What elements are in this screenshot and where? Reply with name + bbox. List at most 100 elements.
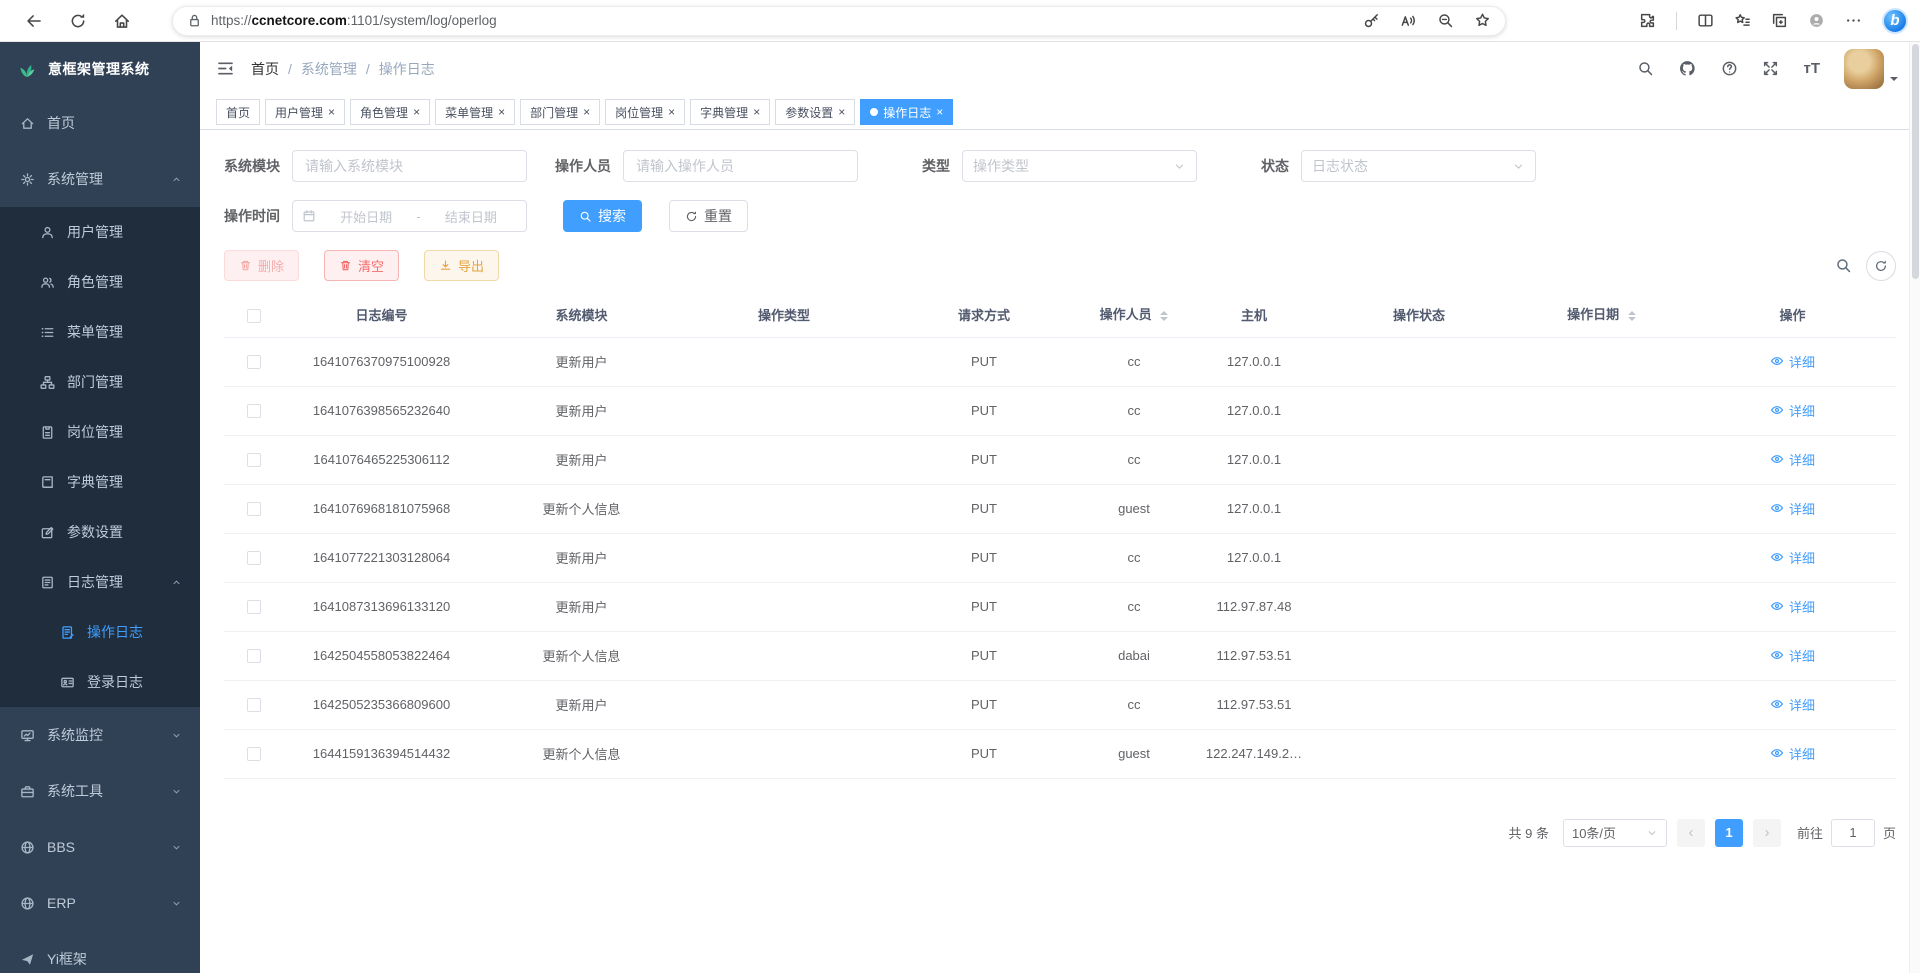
- sort-desc-icon[interactable]: [1628, 317, 1636, 325]
- browser-profile-icon[interactable]: [1808, 12, 1825, 29]
- detail-link[interactable]: 详细: [1770, 450, 1815, 469]
- row-checkbox[interactable]: [247, 600, 261, 614]
- status-select[interactable]: 日志状态: [1301, 150, 1536, 182]
- sidebar-item[interactable]: 首页: [0, 95, 200, 151]
- sidebar-item[interactable]: 部门管理: [0, 357, 200, 407]
- view-tab[interactable]: 操作日志 ×: [860, 99, 953, 125]
- view-tab[interactable]: 岗位管理 ×: [605, 99, 685, 125]
- sidebar-item[interactable]: BBS: [0, 819, 200, 875]
- split-screen-icon[interactable]: [1697, 12, 1714, 29]
- date-range-picker[interactable]: 开始日期 - 结束日期: [292, 200, 527, 232]
- view-tab[interactable]: 字典管理 ×: [690, 99, 770, 125]
- back-icon[interactable]: [12, 4, 56, 38]
- detail-link[interactable]: 详细: [1770, 695, 1815, 714]
- module-input[interactable]: [292, 150, 527, 182]
- extensions-icon[interactable]: [1639, 12, 1656, 29]
- row-checkbox[interactable]: [247, 551, 261, 565]
- view-tab[interactable]: 参数设置 ×: [775, 99, 855, 125]
- row-checkbox[interactable]: [247, 355, 261, 369]
- clear-button[interactable]: 清空: [324, 250, 399, 281]
- github-icon[interactable]: [1678, 59, 1697, 78]
- row-checkbox[interactable]: [247, 747, 261, 761]
- next-page-button[interactable]: ›: [1753, 819, 1781, 847]
- user-menu[interactable]: [1844, 49, 1898, 89]
- sort-desc-icon[interactable]: [1160, 317, 1168, 325]
- favorite-star-icon[interactable]: [1474, 12, 1491, 29]
- detail-link[interactable]: 详细: [1770, 499, 1815, 518]
- tab-close-icon[interactable]: ×: [936, 106, 943, 118]
- tab-close-icon[interactable]: ×: [583, 106, 590, 118]
- sidebar-item[interactable]: 岗位管理: [0, 407, 200, 457]
- tab-close-icon[interactable]: ×: [838, 106, 845, 118]
- header-search-icon[interactable]: [1637, 60, 1654, 77]
- read-aloud-icon[interactable]: [1400, 12, 1417, 29]
- view-tab[interactable]: 角色管理 ×: [350, 99, 430, 125]
- breadcrumb-home[interactable]: 首页: [251, 59, 279, 79]
- detail-link[interactable]: 详细: [1770, 401, 1815, 420]
- more-menu-icon[interactable]: [1845, 12, 1862, 29]
- refresh-table-icon[interactable]: [1866, 251, 1896, 281]
- home-icon[interactable]: [100, 4, 144, 38]
- page-number-1[interactable]: 1: [1715, 819, 1743, 847]
- sidebar-item[interactable]: 字典管理: [0, 457, 200, 507]
- row-checkbox[interactable]: [247, 453, 261, 467]
- goto-page-input[interactable]: [1831, 819, 1875, 847]
- operator-input[interactable]: [623, 150, 858, 182]
- help-icon[interactable]: [1721, 60, 1738, 77]
- sort-asc-icon[interactable]: [1628, 307, 1636, 315]
- tab-close-icon[interactable]: ×: [413, 106, 420, 118]
- hamburger-icon[interactable]: [216, 59, 235, 78]
- sidebar-item[interactable]: 系统监控: [0, 707, 200, 763]
- scrollbar-thumb[interactable]: [1912, 44, 1919, 279]
- sidebar-item[interactable]: 系统工具: [0, 763, 200, 819]
- sidebar-item[interactable]: 系统管理: [0, 151, 200, 207]
- show-search-icon[interactable]: [1835, 257, 1852, 274]
- user-avatar[interactable]: [1844, 49, 1884, 89]
- row-checkbox[interactable]: [247, 404, 261, 418]
- password-key-icon[interactable]: [1363, 12, 1380, 29]
- sidebar-item[interactable]: 操作日志: [0, 607, 200, 657]
- detail-link[interactable]: 详细: [1770, 352, 1815, 371]
- detail-link[interactable]: 详细: [1770, 744, 1815, 763]
- sidebar-item[interactable]: 菜单管理: [0, 307, 200, 357]
- zoom-out-icon[interactable]: [1437, 12, 1454, 29]
- select-all-checkbox[interactable]: [247, 309, 261, 323]
- view-tab[interactable]: 部门管理 ×: [520, 99, 600, 125]
- sidebar-item[interactable]: Yi框架: [0, 931, 200, 973]
- view-tab[interactable]: 用户管理 ×: [265, 99, 345, 125]
- copilot-icon[interactable]: b: [1882, 8, 1908, 34]
- search-button[interactable]: 搜索: [563, 200, 642, 232]
- page-size-select[interactable]: 10条/页: [1563, 819, 1667, 847]
- prev-page-button[interactable]: ‹: [1677, 819, 1705, 847]
- sidebar-item[interactable]: ERP: [0, 875, 200, 931]
- sidebar-item[interactable]: 登录日志: [0, 657, 200, 707]
- sidebar-item[interactable]: 角色管理: [0, 257, 200, 307]
- delete-button[interactable]: 删除: [224, 250, 299, 281]
- favorites-hub-icon[interactable]: [1734, 12, 1751, 29]
- detail-link[interactable]: 详细: [1770, 646, 1815, 665]
- fullscreen-icon[interactable]: [1762, 60, 1779, 77]
- export-button[interactable]: 导出: [424, 250, 499, 281]
- sidebar-item[interactable]: 参数设置: [0, 507, 200, 557]
- sidebar-item[interactable]: 日志管理: [0, 557, 200, 607]
- detail-link[interactable]: 详细: [1770, 597, 1815, 616]
- address-bar[interactable]: https://ccnetcore.com:1101/system/log/op…: [172, 6, 1506, 36]
- tab-close-icon[interactable]: ×: [668, 106, 675, 118]
- row-checkbox[interactable]: [247, 649, 261, 663]
- sort-caret[interactable]: [1628, 307, 1636, 325]
- page-scrollbar[interactable]: [1909, 42, 1920, 973]
- view-tab[interactable]: 首页: [216, 99, 260, 125]
- type-select[interactable]: 操作类型: [962, 150, 1197, 182]
- tab-close-icon[interactable]: ×: [328, 106, 335, 118]
- collections-icon[interactable]: [1771, 12, 1788, 29]
- detail-link[interactable]: 详细: [1770, 548, 1815, 567]
- reset-button[interactable]: 重置: [669, 200, 748, 232]
- row-checkbox[interactable]: [247, 698, 261, 712]
- tab-close-icon[interactable]: ×: [498, 106, 505, 118]
- view-tab[interactable]: 菜单管理 ×: [435, 99, 515, 125]
- row-checkbox[interactable]: [247, 502, 261, 516]
- text-size-icon[interactable]: тT: [1803, 60, 1820, 77]
- tab-close-icon[interactable]: ×: [753, 106, 760, 118]
- sidebar-item[interactable]: 用户管理: [0, 207, 200, 257]
- sort-caret[interactable]: [1160, 307, 1168, 325]
